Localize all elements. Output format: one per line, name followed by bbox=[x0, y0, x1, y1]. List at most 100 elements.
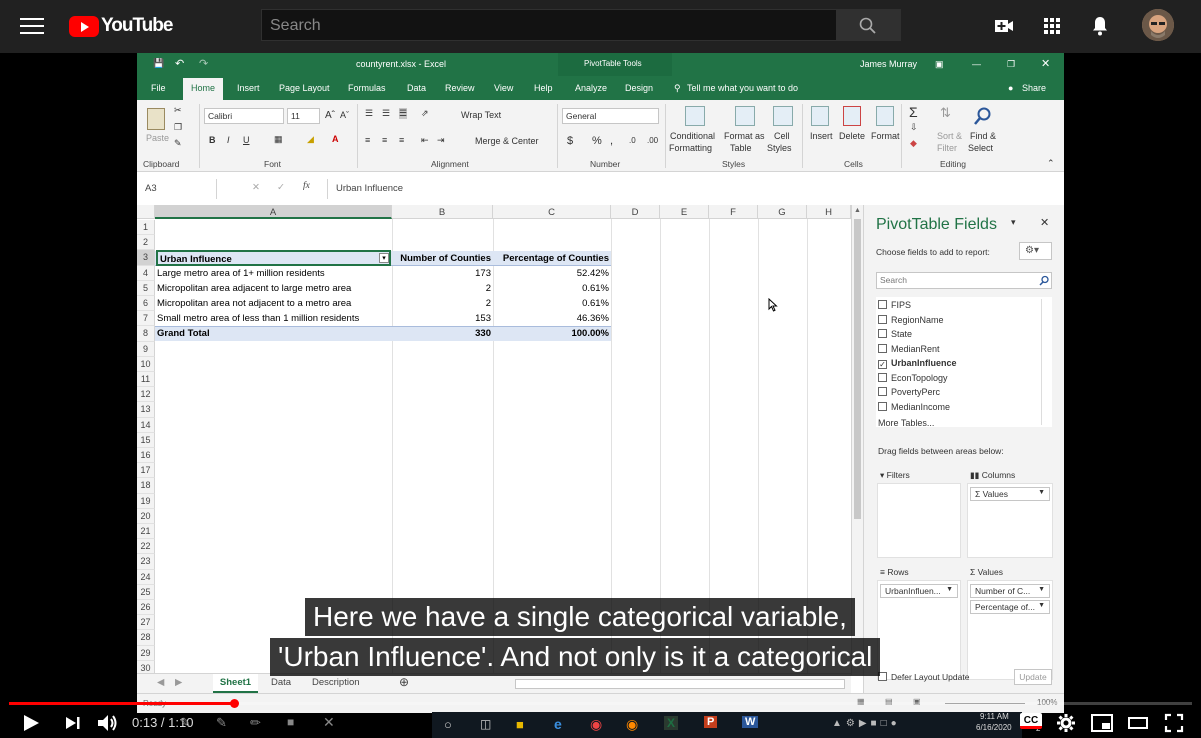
italic-button[interactable]: I bbox=[227, 135, 230, 145]
close-icon[interactable]: ✕ bbox=[1041, 57, 1050, 70]
formula-input[interactable]: Urban Influence bbox=[327, 179, 1058, 199]
youtube-logo[interactable]: YouTube bbox=[69, 15, 173, 37]
play-icon[interactable] bbox=[20, 713, 42, 733]
cell-styles-icon[interactable] bbox=[773, 106, 793, 126]
merge-center-button[interactable]: Merge & Center bbox=[475, 136, 539, 146]
camera-tool-icon[interactable]: ■ bbox=[287, 715, 294, 729]
conditional-formatting-button[interactable]: Conditional bbox=[670, 131, 715, 141]
more-tables-link[interactable]: More Tables... bbox=[878, 418, 934, 427]
word-icon[interactable]: W bbox=[742, 716, 759, 728]
field-item[interactable]: MedianIncome bbox=[878, 402, 950, 416]
decrease-font-icon[interactable]: Aˇ bbox=[340, 110, 349, 120]
row-header[interactable]: 7 bbox=[137, 311, 155, 327]
row-header[interactable]: 29 bbox=[137, 645, 155, 661]
search-button[interactable] bbox=[836, 9, 901, 41]
tab-help[interactable]: Help bbox=[534, 83, 553, 93]
pivot-row-percent[interactable]: 0.61% bbox=[493, 281, 611, 296]
theater-mode-icon[interactable] bbox=[1127, 712, 1151, 734]
grand-total-label[interactable]: Grand Total bbox=[155, 326, 392, 341]
format-cells-icon[interactable] bbox=[876, 106, 894, 126]
bold-button[interactable]: B bbox=[209, 135, 216, 145]
decrease-indent-icon[interactable]: ⇤ bbox=[421, 135, 429, 146]
clear-icon[interactable]: ◆ bbox=[910, 138, 917, 149]
fill-color-icon[interactable]: ◢ bbox=[307, 134, 314, 145]
miniplayer-icon[interactable] bbox=[1090, 712, 1114, 734]
row-header[interactable]: 24 bbox=[137, 569, 155, 585]
firefox-icon[interactable]: ◉ bbox=[626, 716, 638, 733]
notifications-bell-icon[interactable] bbox=[1088, 14, 1112, 38]
pivot-row-percent[interactable]: 46.36% bbox=[493, 311, 611, 326]
fill-icon[interactable]: ⇩ bbox=[910, 122, 918, 133]
clock-date[interactable]: 6/16/2020 bbox=[976, 723, 1012, 732]
excel-taskbar-icon[interactable]: X bbox=[664, 716, 679, 730]
row-header[interactable]: 26 bbox=[137, 600, 155, 616]
filters-area[interactable] bbox=[877, 483, 961, 558]
comma-icon[interactable]: , bbox=[610, 135, 613, 147]
row-header[interactable]: 11 bbox=[137, 372, 155, 388]
align-right-icon[interactable]: ≡ bbox=[399, 135, 404, 145]
enter-formula-icon[interactable]: ✓ bbox=[277, 182, 285, 193]
insert-cells-button[interactable]: Insert bbox=[810, 131, 833, 141]
fields-search-input[interactable]: Search bbox=[876, 272, 1052, 289]
number-format-select[interactable]: General bbox=[562, 108, 659, 124]
field-checkbox-checked[interactable]: ✓ bbox=[878, 360, 887, 369]
field-item[interactable]: FIPS bbox=[878, 300, 911, 314]
align-center-icon[interactable]: ≡ bbox=[382, 135, 387, 145]
increase-decimal-icon[interactable]: .0 bbox=[629, 136, 636, 145]
orientation-icon[interactable]: ⇗ bbox=[421, 108, 429, 119]
column-header-a[interactable]: A bbox=[155, 205, 392, 219]
chrome-icon[interactable]: ◉ bbox=[590, 716, 602, 733]
prev-sheet-icon[interactable]: ◀ bbox=[157, 677, 164, 688]
row-header[interactable]: 2 bbox=[137, 235, 155, 251]
pivot-row-label[interactable]: Small metro area of less than 1 million … bbox=[155, 311, 392, 326]
pane-close-icon[interactable]: ✕ bbox=[1040, 216, 1049, 229]
increase-indent-icon[interactable]: ⇥ bbox=[437, 135, 445, 146]
field-checkbox[interactable] bbox=[878, 402, 887, 411]
pivot-row-label[interactable]: Micropolitan area not adjacent to a metr… bbox=[155, 296, 392, 311]
column-header-e[interactable]: E bbox=[660, 205, 709, 219]
row-header[interactable]: 1 bbox=[137, 220, 155, 236]
field-item[interactable]: PovertyPerc bbox=[878, 387, 940, 401]
horizontal-scrollbar[interactable] bbox=[515, 679, 845, 689]
grand-total-count[interactable]: 330 bbox=[392, 326, 493, 341]
apps-grid-icon[interactable] bbox=[1040, 14, 1064, 38]
next-sheet-icon[interactable]: ▶ bbox=[175, 677, 182, 688]
pivot-row-count[interactable]: 153 bbox=[392, 311, 493, 326]
avatar[interactable] bbox=[1142, 9, 1174, 41]
font-name-select[interactable]: Calibri bbox=[204, 108, 284, 124]
pivot-header-percentage[interactable]: Percentage of Counties bbox=[493, 251, 611, 266]
row-header[interactable]: 4 bbox=[137, 265, 155, 281]
format-painter-icon[interactable]: ✎ bbox=[174, 138, 182, 149]
format-as-table-icon[interactable] bbox=[735, 106, 755, 126]
pivot-header-urban-influence[interactable]: Urban Influence bbox=[156, 250, 391, 266]
insert-cells-icon[interactable] bbox=[811, 106, 829, 126]
row-header[interactable]: 10 bbox=[137, 356, 155, 372]
align-left-icon[interactable]: ≡ bbox=[365, 135, 370, 145]
tray-icons[interactable]: ▲⚙▶■□● bbox=[832, 718, 901, 729]
filter-dropdown-icon[interactable]: ▾ bbox=[379, 253, 389, 263]
tell-me-search[interactable]: Tell me what you want to do bbox=[687, 83, 798, 93]
tab-design[interactable]: Design bbox=[625, 83, 653, 93]
field-item[interactable]: ✓ UrbanInfluence bbox=[878, 358, 957, 372]
search-input[interactable]: Search bbox=[261, 9, 837, 41]
row-header[interactable]: 23 bbox=[137, 554, 155, 570]
settings-gear-icon[interactable] bbox=[1055, 712, 1077, 734]
row-header[interactable]: 14 bbox=[137, 417, 155, 433]
wrap-text-button[interactable]: Wrap Text bbox=[461, 110, 501, 120]
find-select-button[interactable]: Find & bbox=[970, 131, 996, 141]
minimize-icon[interactable]: — bbox=[972, 59, 981, 69]
field-checkbox[interactable] bbox=[878, 300, 887, 309]
field-checkbox[interactable] bbox=[878, 329, 887, 338]
format-cells-button[interactable]: Format bbox=[871, 131, 900, 141]
sheet-tab-data[interactable]: Data bbox=[271, 677, 291, 688]
pivot-row-count[interactable]: 2 bbox=[392, 296, 493, 311]
pivot-row-count[interactable]: 173 bbox=[392, 266, 493, 281]
collapse-ribbon-icon[interactable]: ⌃ bbox=[1047, 158, 1055, 169]
percent-icon[interactable]: % bbox=[592, 135, 602, 147]
paste-button[interactable]: Paste bbox=[146, 133, 169, 143]
row-header[interactable]: 17 bbox=[137, 463, 155, 479]
copy-icon[interactable]: ❐ bbox=[174, 122, 182, 133]
field-item[interactable]: State bbox=[878, 329, 912, 343]
sort-filter-icon[interactable]: ⇅ bbox=[940, 105, 951, 121]
field-checkbox[interactable] bbox=[878, 373, 887, 382]
